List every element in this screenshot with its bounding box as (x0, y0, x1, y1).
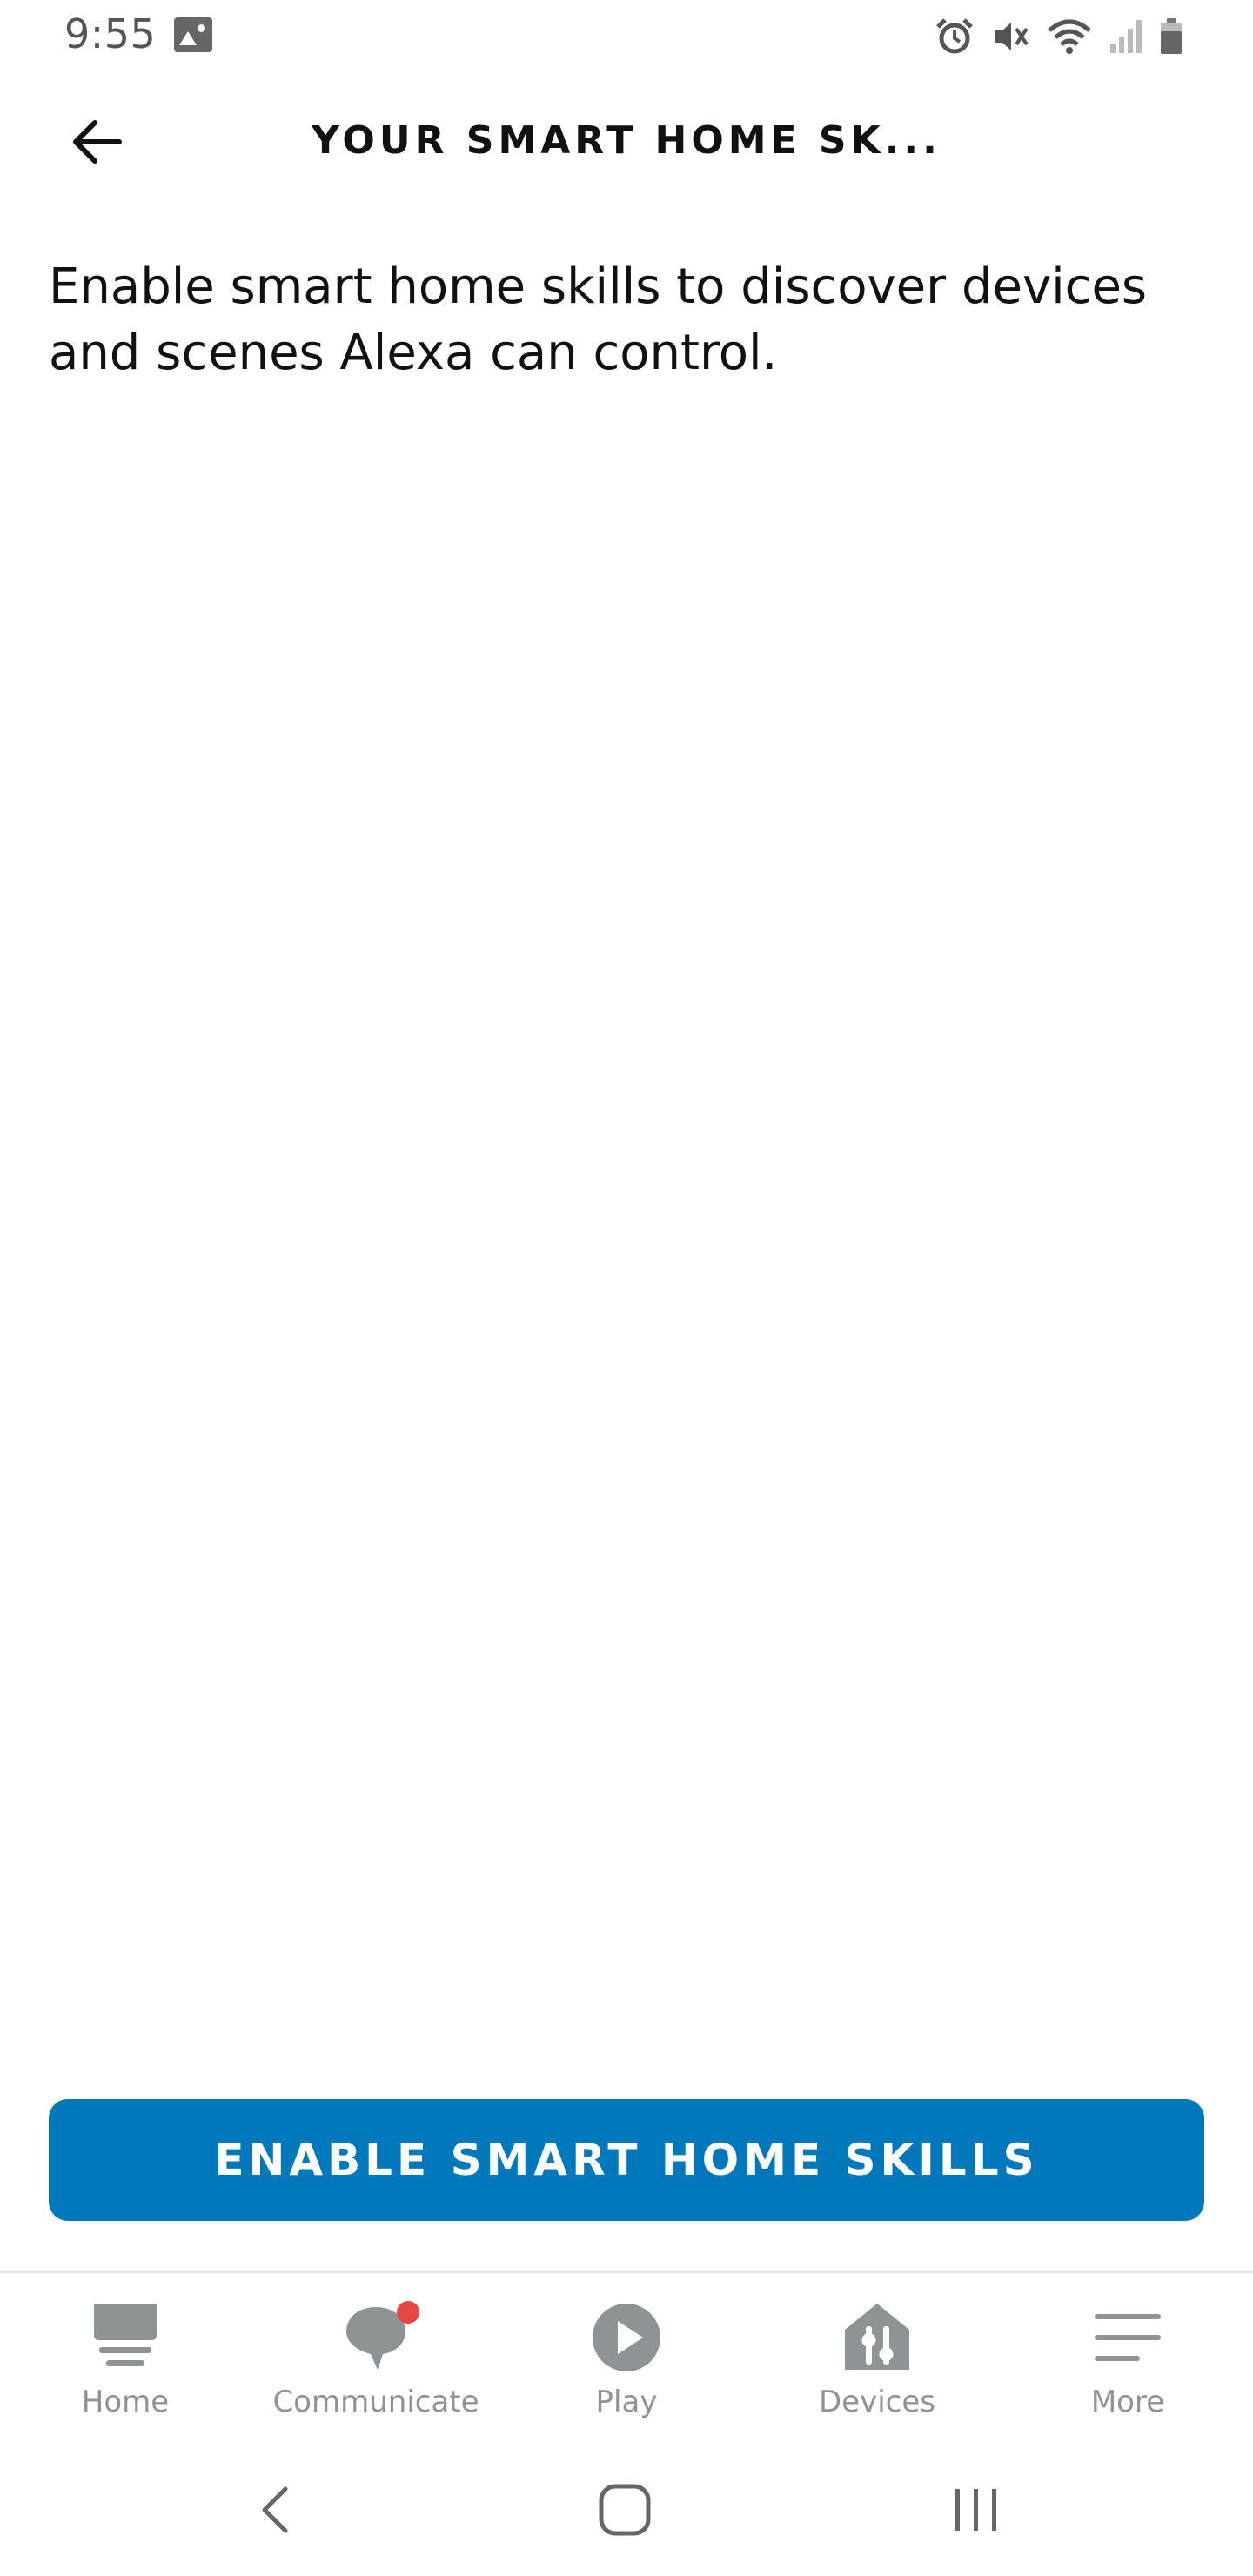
back-button[interactable] (59, 106, 134, 181)
devices-icon (840, 2296, 915, 2379)
wifi-icon (1046, 17, 1093, 57)
battery-icon (1159, 17, 1183, 57)
nav-label-devices: Devices (819, 2385, 935, 2419)
bottom-nav: Home Communicate Play Devices More (0, 2273, 1253, 2438)
nav-item-home[interactable]: Home (0, 2273, 251, 2438)
home-icon (90, 2296, 160, 2379)
header: YOUR SMART HOME SK... (0, 87, 1253, 191)
back-icon (258, 2484, 292, 2539)
status-icons (935, 14, 1183, 59)
system-nav (0, 2442, 1253, 2576)
gallery-icon (174, 17, 212, 52)
notification-badge (397, 2301, 419, 2324)
chat-bubble-icon (341, 2296, 419, 2379)
nav-label-play: Play (595, 2385, 658, 2419)
arrow-left-icon (69, 117, 124, 170)
system-home-button[interactable] (581, 2477, 668, 2546)
mute-icon (990, 17, 1030, 57)
nav-label-home: Home (81, 2385, 170, 2419)
page-description: Enable smart home skills to discover dev… (49, 258, 1148, 381)
system-back-button[interactable] (231, 2477, 318, 2546)
nav-item-devices[interactable]: Devices (752, 2273, 1002, 2438)
status-bar: 9:55 (0, 0, 1253, 73)
nav-item-more[interactable]: More (1002, 2273, 1253, 2438)
home-button-icon (598, 2483, 652, 2540)
nav-item-communicate[interactable]: Communicate (251, 2273, 501, 2438)
status-time: 9:55 (64, 10, 157, 57)
alarm-icon (935, 17, 975, 57)
enable-smart-home-skills-button[interactable]: ENABLE SMART HOME SKILLS (49, 2099, 1204, 2221)
menu-icon (1093, 2296, 1163, 2379)
nav-label-communicate: Communicate (272, 2385, 479, 2419)
play-icon (589, 2296, 664, 2379)
recents-icon (952, 2484, 1001, 2539)
system-recents-button[interactable] (933, 2477, 1020, 2546)
signal-icon (1109, 17, 1143, 57)
page-title: YOUR SMART HOME SK... (312, 118, 941, 163)
nav-item-play[interactable]: Play (501, 2273, 752, 2438)
nav-label-more: More (1090, 2385, 1165, 2419)
